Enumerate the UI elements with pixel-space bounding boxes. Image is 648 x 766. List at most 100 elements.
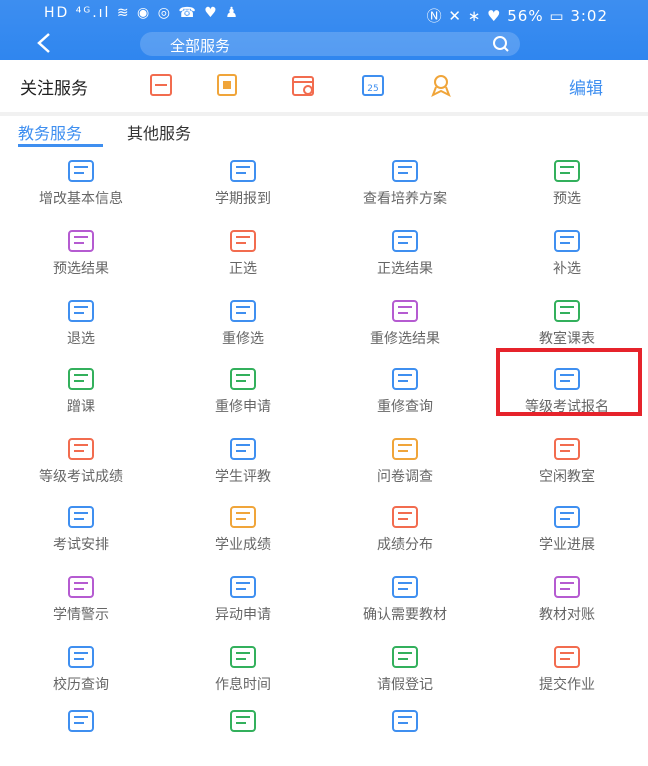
service-item[interactable]: 学情警示 xyxy=(0,564,162,632)
service-label: 学情警示 xyxy=(53,607,109,623)
edit-doc-icon xyxy=(228,158,258,184)
calendar-check-icon xyxy=(552,228,582,254)
calendar-icon xyxy=(66,298,96,324)
back-icon[interactable] xyxy=(34,32,56,54)
transfer-icon xyxy=(228,574,258,600)
list-icon xyxy=(390,574,420,600)
service-item[interactable]: 重修查询 xyxy=(324,356,486,424)
calendar-25-icon[interactable]: 25 xyxy=(360,72,386,98)
person-icon xyxy=(66,504,96,530)
question-doc-icon xyxy=(390,436,420,462)
chart-icon xyxy=(390,504,420,530)
service-item[interactable] xyxy=(162,698,324,766)
shield-icon xyxy=(66,436,96,462)
service-item[interactable]: 空闲教室 xyxy=(486,426,648,494)
service-item[interactable]: 确认需要教材 xyxy=(324,564,486,632)
service-item[interactable]: 预选结果 xyxy=(0,218,162,286)
room-icon xyxy=(552,436,582,462)
service-item[interactable]: 教室课表 xyxy=(486,288,648,356)
tab-academic-services[interactable]: 教务服务 xyxy=(18,120,82,144)
service-label: 预选 xyxy=(553,191,581,207)
service-item[interactable]: 重修选 xyxy=(162,288,324,356)
calendar-check-icon xyxy=(228,228,258,254)
service-label: 退选 xyxy=(67,331,95,347)
service-label: 异动申请 xyxy=(215,607,271,623)
tab-other-services[interactable]: 其他服务 xyxy=(127,120,191,144)
plus-icon xyxy=(66,158,96,184)
calendar-check-icon[interactable] xyxy=(290,72,316,98)
service-item[interactable]: 补选 xyxy=(486,218,648,286)
service-item[interactable] xyxy=(324,698,486,766)
table-icon xyxy=(552,298,582,324)
service-label: 预选结果 xyxy=(53,261,109,277)
service-item[interactable]: 教材对账 xyxy=(486,564,648,632)
search-doc-icon xyxy=(390,366,420,392)
service-label: 教室课表 xyxy=(539,331,595,347)
person-doc-icon xyxy=(228,366,258,392)
service-label: 重修申请 xyxy=(215,399,271,415)
calendar-check-icon xyxy=(552,158,582,184)
calendar-icon xyxy=(390,228,420,254)
service-label: 请假登记 xyxy=(377,677,433,693)
status-bar-left: HD ⁴ᴳ.ıl ≋ ◉ ◎ ☎ ♥ ♟ xyxy=(44,5,240,21)
service-item[interactable]: 等级考试成绩 xyxy=(0,426,162,494)
service-item[interactable]: 考试安排 xyxy=(0,494,162,562)
calendar-icon xyxy=(66,228,96,254)
highlight-box xyxy=(496,348,642,416)
service-item[interactable]: 正选结果 xyxy=(324,218,486,286)
service-item[interactable]: 成绩分布 xyxy=(324,494,486,562)
service-item[interactable]: 预选 xyxy=(486,148,648,216)
warning-icon xyxy=(66,574,96,600)
service-label: 蹭课 xyxy=(67,399,95,415)
cancel-doc-icon xyxy=(66,708,96,734)
service-label: 提交作业 xyxy=(539,677,595,693)
calendar-25-icon xyxy=(66,644,96,670)
edit-button[interactable]: 编辑 xyxy=(569,74,603,99)
tab-bar: 教务服务 其他服务 xyxy=(0,116,648,150)
service-item[interactable]: 校历查询 xyxy=(0,634,162,702)
service-item[interactable]: 请假登记 xyxy=(324,634,486,702)
service-item[interactable]: 退选 xyxy=(0,288,162,356)
service-item[interactable] xyxy=(0,698,162,766)
submit-icon xyxy=(552,644,582,670)
service-item[interactable]: 重修选结果 xyxy=(324,288,486,356)
service-label: 重修选 xyxy=(222,331,264,347)
award-icon[interactable] xyxy=(428,72,454,98)
service-item[interactable]: 蹭课 xyxy=(0,356,162,424)
service-item[interactable]: 学业成绩 xyxy=(162,494,324,562)
service-label: 学期报到 xyxy=(215,191,271,207)
screen-icon xyxy=(66,366,96,392)
header: HD ⁴ᴳ.ıl ≋ ◉ ◎ ☎ ♥ ♟ Ⓝ ✕ ∗ ♥ 56% ▭ 3:02 … xyxy=(0,0,648,60)
search-input[interactable]: 全部服务 xyxy=(140,32,520,56)
service-label: 重修查询 xyxy=(377,399,433,415)
service-item[interactable]: 学业进展 xyxy=(486,494,648,562)
service-item[interactable]: 提交作业 xyxy=(486,634,648,702)
money-icon xyxy=(552,574,582,600)
service-item[interactable]: 作息时间 xyxy=(162,634,324,702)
service-item[interactable]: 问卷调查 xyxy=(324,426,486,494)
search-icon[interactable] xyxy=(492,35,510,53)
service-label: 学生评教 xyxy=(215,469,271,485)
service-item[interactable]: 异动申请 xyxy=(162,564,324,632)
status-bar-right: Ⓝ ✕ ∗ ♥ 56% ▭ 3:02 xyxy=(426,7,608,25)
question-doc-icon[interactable] xyxy=(214,72,240,98)
service-label: 成绩分布 xyxy=(377,537,433,553)
service-label: 正选结果 xyxy=(377,261,433,277)
service-label: 重修选结果 xyxy=(370,331,440,347)
service-label: 学业进展 xyxy=(539,537,595,553)
service-label: 补选 xyxy=(553,261,581,277)
service-label: 考试安排 xyxy=(53,537,109,553)
service-item[interactable]: 学生评教 xyxy=(162,426,324,494)
award-icon xyxy=(228,504,258,530)
service-item[interactable]: 增改基本信息 xyxy=(0,148,162,216)
service-item[interactable]: 重修申请 xyxy=(162,356,324,424)
service-item[interactable]: 查看培养方案 xyxy=(324,148,486,216)
service-label: 空闲教室 xyxy=(539,469,595,485)
calendar-icon xyxy=(390,298,420,324)
edit-icon xyxy=(390,644,420,670)
clock-icon xyxy=(228,644,258,670)
service-label: 确认需要教材 xyxy=(363,607,447,623)
room-icon[interactable] xyxy=(148,72,174,98)
service-item[interactable]: 正选 xyxy=(162,218,324,286)
service-item[interactable]: 学期报到 xyxy=(162,148,324,216)
